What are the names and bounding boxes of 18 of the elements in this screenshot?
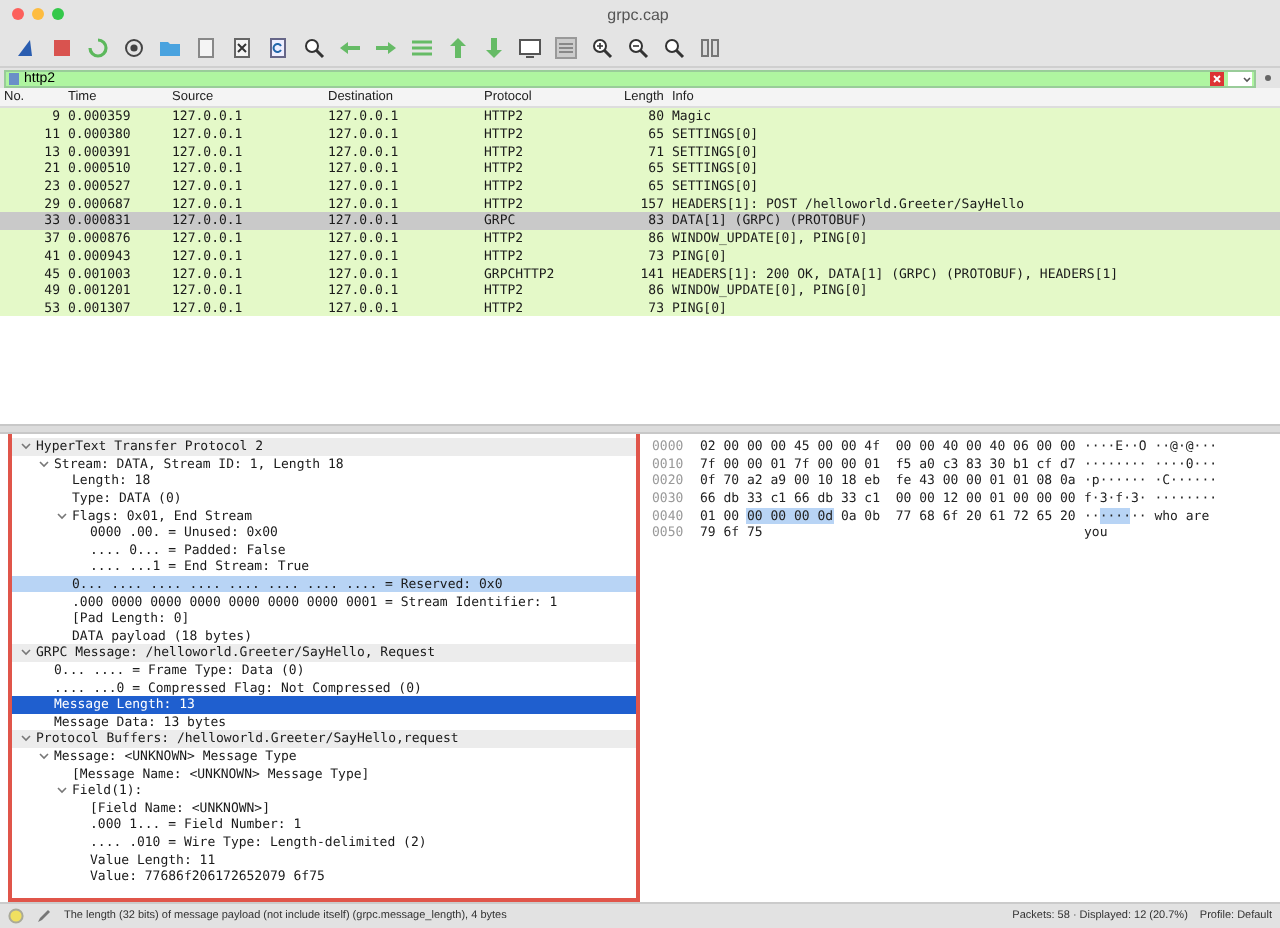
clear-icon[interactable] — [1210, 71, 1224, 85]
options-icon[interactable] — [120, 33, 148, 61]
close-file-icon[interactable] — [228, 33, 256, 61]
zoom-out-icon[interactable] — [624, 33, 652, 61]
restart-icon[interactable] — [84, 33, 112, 61]
add-filter-icon[interactable] — [1260, 70, 1276, 86]
zoom-in-icon[interactable] — [588, 33, 616, 61]
pencil-icon[interactable] — [36, 908, 52, 924]
close-window-icon[interactable] — [12, 8, 24, 20]
expand-chevron-icon[interactable] — [20, 646, 32, 659]
resize-columns-icon[interactable] — [696, 33, 724, 61]
expand-chevron-icon[interactable] — [56, 509, 68, 522]
dropdown-icon[interactable] — [1228, 71, 1252, 85]
expand-chevron-icon[interactable] — [56, 784, 68, 797]
window-title: grpc.cap — [607, 5, 669, 23]
search-icon[interactable] — [300, 33, 328, 61]
reload-icon[interactable] — [264, 33, 292, 61]
zoom-reset-icon[interactable] — [660, 33, 688, 61]
